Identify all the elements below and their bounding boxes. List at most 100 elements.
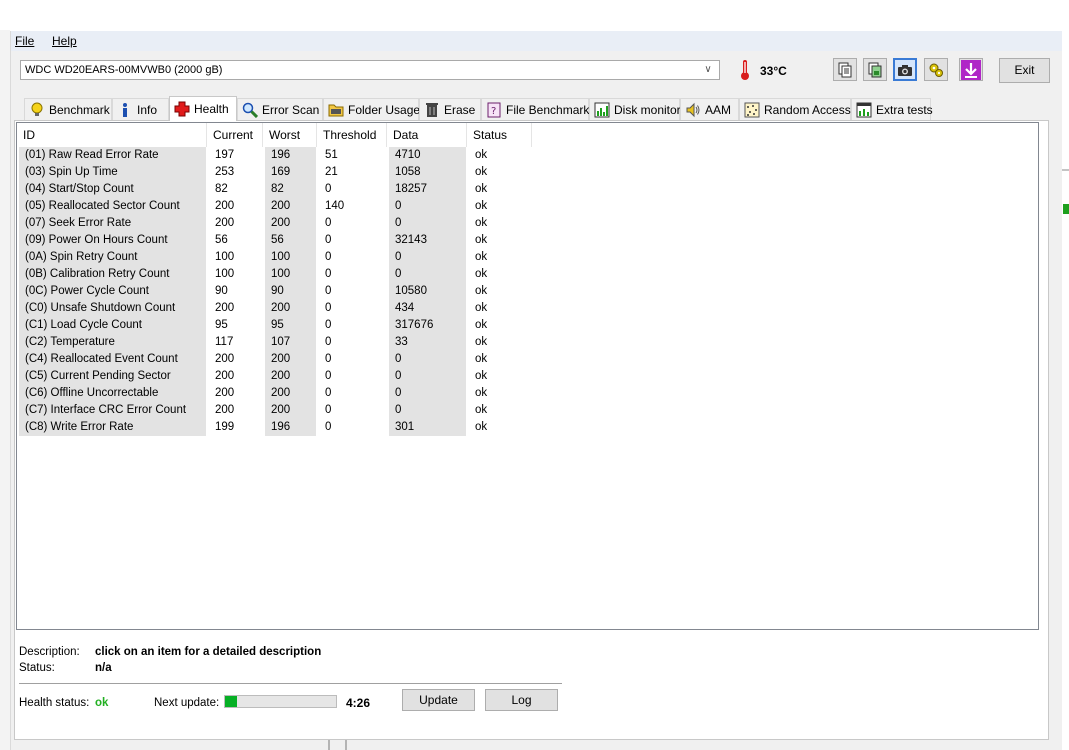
- cell-threshold: 0: [325, 268, 332, 280]
- cell-current: 100: [215, 268, 235, 280]
- cell-status: ok: [475, 353, 488, 365]
- thermometer-icon: [741, 60, 749, 80]
- cell-worst: 200: [265, 215, 316, 232]
- header-id[interactable]: ID: [17, 123, 207, 147]
- cell-threshold: 0: [325, 370, 332, 382]
- cell-worst: 82: [265, 181, 316, 198]
- cell-status: ok: [475, 149, 488, 161]
- table-row[interactable]: (0B) Calibration Retry Count 100 100 0 0 ok: [17, 266, 537, 283]
- background-fragment-right: [1062, 169, 1069, 214]
- table-row[interactable]: (01) Raw Read Error Rate 197 196 51 4710 ok: [17, 147, 537, 164]
- header-data[interactable]: Data: [387, 123, 467, 147]
- copy-screenshot-button[interactable]: [863, 58, 887, 81]
- tab-file-benchmark[interactable]: ? File Benchmark: [481, 98, 589, 120]
- save-button[interactable]: [959, 58, 983, 81]
- menu-file[interactable]: File: [15, 34, 34, 48]
- cell-current: 253: [215, 166, 235, 178]
- table-row[interactable]: (C1) Load Cycle Count 95 95 0 317676 ok: [17, 317, 537, 334]
- tab-folder-usage[interactable]: Folder Usage: [323, 98, 420, 120]
- cell-threshold: 0: [325, 387, 332, 399]
- header-status[interactable]: Status: [467, 123, 532, 147]
- tab-health-label: Health: [194, 102, 229, 116]
- table-row[interactable]: (04) Start/Stop Count 82 82 0 18257 ok: [17, 181, 537, 198]
- update-button[interactable]: Update: [402, 689, 475, 711]
- cell-worst: 200: [265, 368, 316, 385]
- tab-info[interactable]: Info: [112, 98, 169, 120]
- cell-worst: 196: [265, 147, 316, 164]
- tab-erase[interactable]: Erase: [419, 98, 481, 120]
- menu-help-label: Help: [52, 34, 77, 48]
- screenshot-button[interactable]: [893, 58, 917, 81]
- cell-data: 317676: [389, 317, 466, 334]
- table-row[interactable]: (07) Seek Error Rate 200 200 0 0 ok: [17, 215, 537, 232]
- cell-current: 117: [215, 336, 234, 348]
- table-row[interactable]: (C5) Current Pending Sector 200 200 0 0 ok: [17, 368, 537, 385]
- cell-worst: 95: [265, 317, 316, 334]
- cell-status: ok: [475, 285, 488, 297]
- tab-disk-monitor-label: Disk monitor: [614, 102, 681, 117]
- tab-random-access[interactable]: Random Access: [739, 98, 851, 120]
- cell-data: 0: [389, 215, 466, 232]
- table-row[interactable]: (C4) Reallocated Event Count 200 200 0 0 ok: [17, 351, 537, 368]
- cell-worst: 56: [265, 232, 316, 249]
- copy-text-button[interactable]: [833, 58, 857, 81]
- cell-id: (0A) Spin Retry Count: [19, 249, 206, 266]
- table-row[interactable]: (0C) Power Cycle Count 90 90 0 10580 ok: [17, 283, 537, 300]
- cell-id: (09) Power On Hours Count: [19, 232, 206, 249]
- menu-help[interactable]: Help: [52, 34, 77, 48]
- table-row[interactable]: (09) Power On Hours Count 56 56 0 32143 ok: [17, 232, 537, 249]
- copy-icon: [838, 62, 852, 77]
- cell-id: (C1) Load Cycle Count: [19, 317, 206, 334]
- cell-current: 200: [215, 217, 235, 229]
- log-button[interactable]: Log: [485, 689, 558, 711]
- cell-worst: 200: [265, 385, 316, 402]
- tab-aam[interactable]: AAM: [680, 98, 739, 120]
- svg-text:?: ?: [491, 106, 496, 117]
- table-row[interactable]: (0A) Spin Retry Count 100 100 0 0 ok: [17, 249, 537, 266]
- tab-extra-tests[interactable]: Extra tests: [851, 98, 933, 120]
- tab-error-scan[interactable]: Error Scan: [237, 98, 323, 120]
- exit-button[interactable]: Exit: [999, 58, 1050, 83]
- cell-current: 90: [215, 285, 228, 297]
- header-current[interactable]: Current: [207, 123, 263, 147]
- table-row[interactable]: (C6) Offline Uncorrectable 200 200 0 0 ok: [17, 385, 537, 402]
- cell-data: 0: [389, 402, 466, 419]
- cell-current: 56: [215, 234, 228, 246]
- menu-file-label: File: [15, 34, 35, 48]
- cell-threshold: 0: [325, 404, 332, 416]
- cell-threshold: 140: [325, 200, 345, 212]
- tab-disk-monitor[interactable]: Disk monitor: [589, 98, 681, 120]
- table-row[interactable]: (C8) Write Error Rate 199 196 0 301 ok: [17, 419, 537, 436]
- header-threshold[interactable]: Threshold: [317, 123, 387, 147]
- cell-status: ok: [475, 234, 488, 246]
- cell-threshold: 0: [325, 285, 332, 297]
- options-button[interactable]: [924, 58, 948, 81]
- cell-worst: 200: [265, 300, 316, 317]
- download-arrow-icon: [961, 59, 981, 80]
- cell-worst: 90: [265, 283, 316, 300]
- hdtune-window: File Help WDC WD20EARS-00MVWB0 (2000 gB)…: [10, 31, 1062, 750]
- cell-worst: 200: [265, 351, 316, 368]
- drive-select[interactable]: WDC WD20EARS-00MVWB0 (2000 gB) ∨: [20, 60, 720, 80]
- table-row[interactable]: (C2) Temperature 117 107 0 33 ok: [17, 334, 537, 351]
- cell-data: 0: [389, 198, 466, 215]
- tab-health[interactable]: Health: [169, 96, 237, 121]
- tab-benchmark[interactable]: Benchmark: [24, 98, 112, 120]
- cell-id: (03) Spin Up Time: [19, 164, 206, 181]
- cell-current: 100: [215, 251, 235, 263]
- table-row[interactable]: (C0) Unsafe Shutdown Count 200 200 0 434 ok: [17, 300, 537, 317]
- chevron-down-icon[interactable]: ∨: [701, 61, 715, 79]
- cell-data: 0: [389, 249, 466, 266]
- cell-threshold: 51: [325, 149, 338, 161]
- random-access-icon: [744, 102, 760, 118]
- smart-attributes-list[interactable]: ID Current Worst Threshold Data Status (01) R…: [16, 122, 1039, 630]
- table-row[interactable]: (C7) Interface CRC Error Count 200 200 0 0 ok: [17, 402, 537, 419]
- header-worst[interactable]: Worst: [263, 123, 317, 147]
- table-row[interactable]: (05) Reallocated Sector Count 200 200 140 0 o…: [17, 198, 537, 215]
- table-row[interactable]: (03) Spin Up Time 253 169 21 1058 ok: [17, 164, 537, 181]
- cell-current: 95: [215, 319, 228, 331]
- cell-id: (0C) Power Cycle Count: [19, 283, 206, 300]
- cell-current: 200: [215, 404, 235, 416]
- folder-icon: [328, 102, 344, 118]
- details-area: Description: click on an item for a deta…: [15, 633, 1048, 739]
